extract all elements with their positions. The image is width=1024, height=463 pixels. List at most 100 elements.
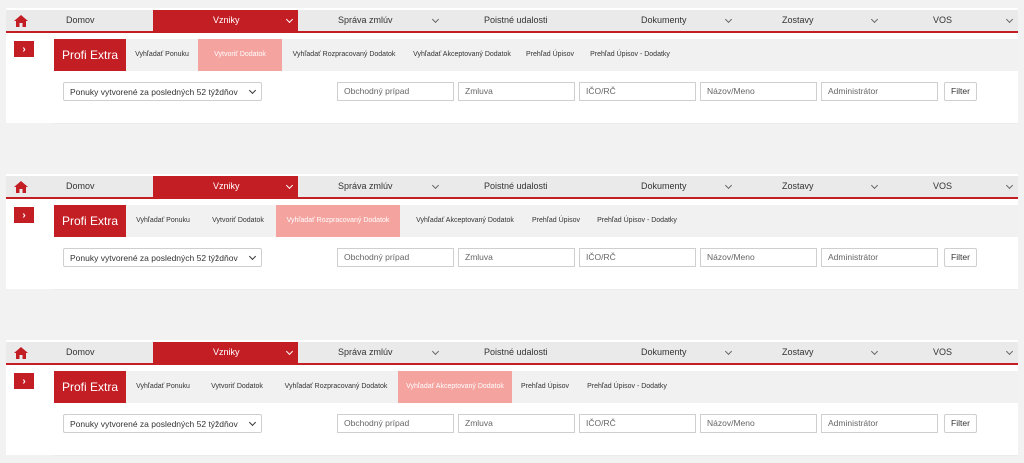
chevron-down-icon [724, 347, 733, 356]
tab-vyhladat-akceptovany-dodatok[interactable]: Vyhľadať Akceptovaný Dodatok [406, 205, 524, 237]
nav-item-poistn-udalosti[interactable]: Poistné udalosti [444, 342, 591, 363]
chevron-down-icon [431, 181, 440, 190]
tab-vytvorit-dodatok[interactable]: Vytvoriť Dodatok [198, 39, 282, 71]
tab-prehlad-upisov-dodatky[interactable]: Prehľad Úpisov - Dodatky [588, 205, 686, 237]
tab-prehlad-upisov-dodatky[interactable]: Prehľad Úpisov - Dodatky [582, 39, 678, 71]
chevron-down-icon [870, 181, 879, 190]
chevron-down-icon [431, 15, 440, 24]
filter-button[interactable]: Filter [944, 82, 977, 101]
home-button[interactable] [6, 342, 36, 363]
home-icon [14, 180, 28, 193]
tab-vyhladat-ponuku[interactable]: Vyhľadať Ponuku [126, 371, 200, 403]
product-title: Profi Extra [54, 371, 126, 403]
nav-item-label: Poistné udalosti [484, 15, 548, 25]
nav-item-vzniky[interactable]: Vzniky [153, 10, 298, 33]
administrator-input[interactable]: Administrátor [821, 82, 938, 101]
filter-button[interactable]: Filter [944, 248, 977, 267]
nav-item-label: Dokumenty [641, 181, 687, 191]
tab-vytvorit-dodatok[interactable]: Vytvoriť Dodatok [200, 205, 276, 237]
nav-item-label: Zostavy [782, 15, 814, 25]
nav-item-vzniky[interactable]: Vzniky [153, 342, 298, 365]
nazov-meno-input[interactable]: Názov/Meno [700, 82, 817, 101]
chevron-down-icon [1005, 15, 1014, 24]
nav-item-dokumenty[interactable]: Dokumenty [591, 176, 737, 197]
sidebar-expand-button[interactable]: › [14, 207, 34, 223]
zmluva-input[interactable]: Zmluva [458, 248, 575, 267]
nav-item-spr-va-zml-v[interactable]: Správa zmlúv [298, 176, 444, 197]
filter-button[interactable]: Filter [944, 414, 977, 433]
zmluva-input[interactable]: Zmluva [458, 414, 575, 433]
chevron-down-icon [248, 86, 257, 95]
nav-item-label: Vzniky [213, 347, 240, 357]
nav-item-vos[interactable]: VOS [883, 342, 1018, 363]
chevron-down-icon [870, 347, 879, 356]
administrator-input[interactable]: Administrátor [821, 414, 938, 433]
nav-item-spr-va-zml-v[interactable]: Správa zmlúv [298, 342, 444, 363]
top-nav: Domov Vzniky Správa zmlúv Poistné udalosti D… [6, 342, 1018, 365]
nav-item-poistn-udalosti[interactable]: Poistné udalosti [444, 10, 591, 31]
chevron-down-icon [724, 15, 733, 24]
nav-item-zostavy[interactable]: Zostavy [737, 10, 883, 31]
obchodny-pripad-input[interactable]: Obchodný prípad [337, 414, 454, 433]
filter-row: Ponuky vytvorené za posledných 52 týždňo… [54, 82, 1018, 124]
sub-nav: Profi Extra Vyhľadať Ponuku Vytvoriť Dodat… [54, 39, 1018, 71]
chevron-down-icon [431, 347, 440, 356]
nav-item-zostavy[interactable]: Zostavy [737, 342, 883, 363]
tab-prehlad-upisov-dodatky[interactable]: Prehľad Úpisov - Dodatky [578, 371, 676, 403]
tab-vyhladat-rozpracovany-dodatok[interactable]: Vyhľadať Rozpracovaný Dodatok [276, 205, 400, 237]
sidebar-expand-button[interactable]: › [14, 373, 34, 389]
nav-item-zostavy[interactable]: Zostavy [737, 176, 883, 197]
ico-rc-input[interactable]: IČO/RČ [579, 248, 696, 267]
chevron-down-icon [1005, 181, 1014, 190]
sidebar-expand-button[interactable]: › [14, 41, 34, 57]
period-select-value: Ponuky vytvorené za posledných 52 týždňo… [70, 87, 238, 97]
tab-prehlad-upisov[interactable]: Prehľad Úpisov [518, 39, 582, 71]
filter-row: Ponuky vytvorené za posledných 52 týždňo… [54, 248, 1018, 290]
tab-vyhladat-ponuku[interactable]: Vyhľadať Ponuku [126, 205, 200, 237]
tab-vyhladat-rozpracovany-dodatok[interactable]: Vyhľadať Rozpracovaný Dodatok [274, 371, 398, 403]
period-select[interactable]: Ponuky vytvorené za posledných 52 týždňo… [63, 248, 262, 267]
nav-item-label: Dokumenty [641, 347, 687, 357]
chevron-down-icon [248, 418, 257, 427]
nav-item-label: Poistné udalosti [484, 181, 548, 191]
nav-item-label: Domov [66, 15, 95, 25]
nav-item-vos[interactable]: VOS [883, 10, 1018, 31]
zmluva-input[interactable]: Zmluva [458, 82, 575, 101]
nav-item-dokumenty[interactable]: Dokumenty [591, 10, 737, 31]
home-icon [14, 346, 28, 359]
nav-item-spr-va-zml-v[interactable]: Správa zmlúv [298, 10, 444, 31]
tab-prehlad-upisov[interactable]: Prehľad Úpisov [524, 205, 588, 237]
nav-item-dokumenty[interactable]: Dokumenty [591, 342, 737, 363]
panel-3: Domov Vzniky Správa zmlúv Poistné udalosti D… [6, 340, 1018, 456]
nav-item-poistn-udalosti[interactable]: Poistné udalosti [444, 176, 591, 197]
nav-item-domov[interactable]: Domov [36, 176, 153, 197]
tab-prehlad-upisov[interactable]: Prehľad Úpisov [512, 371, 578, 403]
chevron-down-icon [870, 15, 879, 24]
nav-item-domov[interactable]: Domov [36, 10, 153, 31]
home-button[interactable] [6, 10, 36, 31]
tab-vyhladat-rozpracovany-dodatok[interactable]: Vyhľadať Rozpracovaný Dodatok [282, 39, 406, 71]
tab-vyhladat-akceptovany-dodatok[interactable]: Vyhľadať Akceptovaný Dodatok [406, 39, 518, 71]
ico-rc-input[interactable]: IČO/RČ [579, 82, 696, 101]
nav-item-vzniky[interactable]: Vzniky [153, 176, 298, 199]
nav-item-label: Správa zmlúv [338, 15, 393, 25]
tab-vyhladat-akceptovany-dodatok[interactable]: Vyhľadať Akceptovaný Dodatok [398, 371, 512, 403]
chevron-down-icon [285, 347, 294, 356]
nav-item-domov[interactable]: Domov [36, 342, 153, 363]
period-select[interactable]: Ponuky vytvorené za posledných 52 týždňo… [63, 82, 262, 101]
nav-item-label: VOS [933, 181, 953, 191]
filter-row: Ponuky vytvorené za posledných 52 týždňo… [54, 414, 1018, 456]
tab-vyhladat-ponuku[interactable]: Vyhľadať Ponuku [126, 39, 198, 71]
ico-rc-input[interactable]: IČO/RČ [579, 414, 696, 433]
administrator-input[interactable]: Administrátor [821, 248, 938, 267]
obchodny-pripad-input[interactable]: Obchodný prípad [337, 248, 454, 267]
nav-item-vos[interactable]: VOS [883, 176, 1018, 197]
tab-vytvorit-dodatok[interactable]: Vytvoriť Dodatok [200, 371, 274, 403]
period-select[interactable]: Ponuky vytvorené za posledných 52 týždňo… [63, 414, 262, 433]
home-button[interactable] [6, 176, 36, 197]
nazov-meno-input[interactable]: Názov/Meno [700, 248, 817, 267]
nav-item-label: VOS [933, 15, 953, 25]
obchodny-pripad-input[interactable]: Obchodný prípad [337, 82, 454, 101]
nav-item-label: VOS [933, 347, 953, 357]
nazov-meno-input[interactable]: Názov/Meno [700, 414, 817, 433]
